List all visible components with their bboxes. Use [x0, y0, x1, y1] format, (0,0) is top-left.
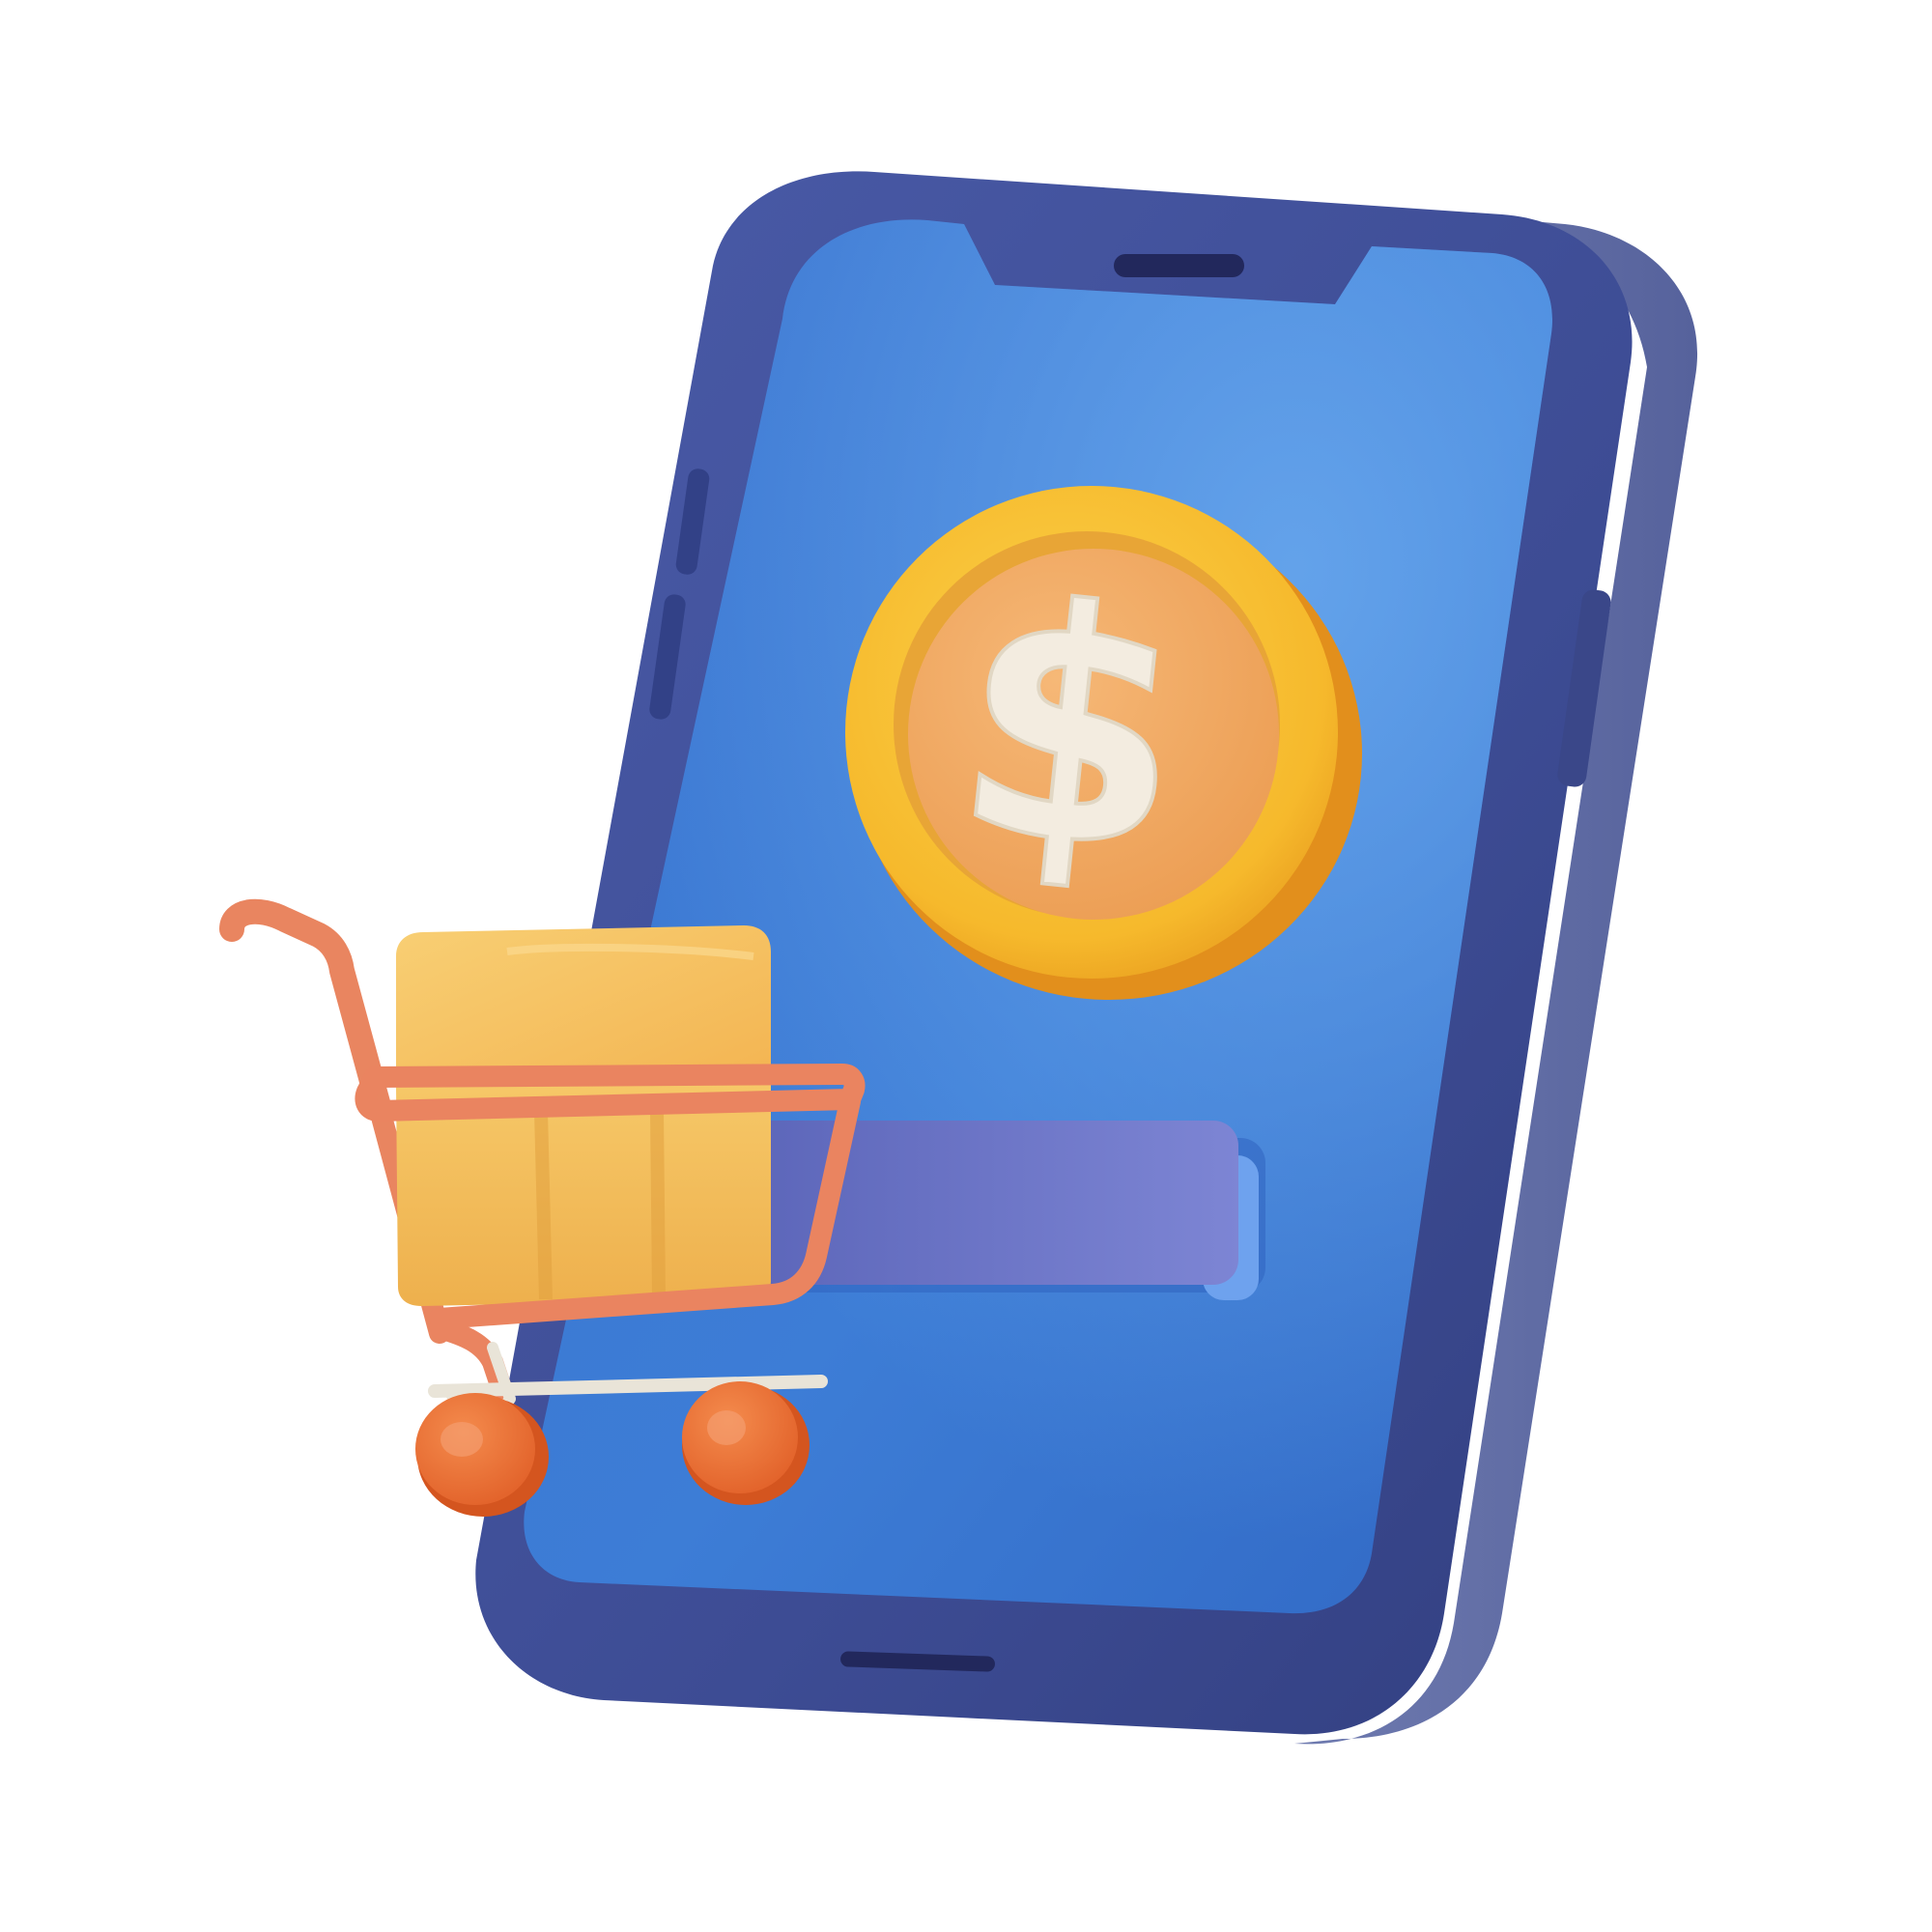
- mobile-payment-illustration: $: [219, 171, 1698, 1745]
- pay-bar: [688, 1121, 1265, 1300]
- coin-dollar-symbol: $: [941, 532, 1201, 924]
- earpiece: [1114, 254, 1244, 277]
- cart-handle: [219, 898, 391, 1119]
